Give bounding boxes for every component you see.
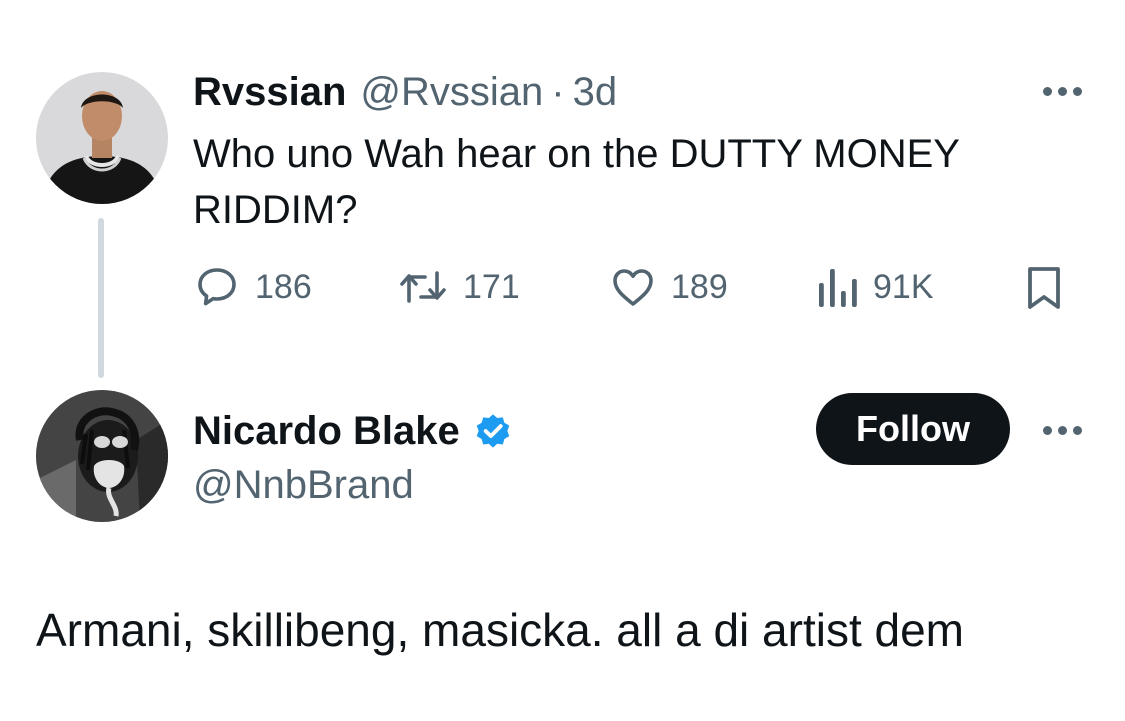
tweet-header: Rvssian @Rvssian · 3d bbox=[193, 70, 617, 114]
bookmark-icon[interactable] bbox=[1022, 264, 1066, 312]
reply-more-options-icon[interactable] bbox=[1043, 425, 1082, 435]
reply-text: Armani, skillibeng, masicka. all a di ar… bbox=[36, 604, 964, 656]
tweet-timestamp[interactable]: 3d bbox=[573, 70, 618, 114]
heart-icon bbox=[613, 269, 653, 306]
reply-author-handle[interactable]: @NnbBrand bbox=[193, 462, 414, 508]
author-name[interactable]: Rvssian bbox=[193, 70, 346, 114]
repost-action[interactable]: 171 bbox=[397, 262, 520, 312]
tweet-text: Who uno Wah hear on the DUTTY MONEY RIDD… bbox=[193, 132, 960, 232]
reply-action[interactable]: 186 bbox=[193, 262, 312, 312]
views-count: 91K bbox=[873, 267, 934, 306]
reply-author-avatar[interactable] bbox=[36, 390, 168, 522]
author-avatar[interactable] bbox=[36, 72, 168, 204]
tweet-more-options-icon[interactable] bbox=[1043, 86, 1082, 96]
repost-icon bbox=[400, 271, 446, 303]
analytics-bars-icon bbox=[819, 269, 857, 307]
verified-badge-icon bbox=[476, 414, 510, 448]
repost-count: 171 bbox=[463, 267, 520, 306]
reply-count: 186 bbox=[255, 267, 312, 306]
thread-connector-line bbox=[98, 218, 104, 378]
reply-author-name[interactable]: Nicardo Blake bbox=[193, 409, 460, 454]
follow-button[interactable]: Follow bbox=[816, 393, 1010, 465]
reply-author-name-row: Nicardo Blake bbox=[193, 404, 514, 458]
like-action[interactable]: 189 bbox=[609, 262, 728, 312]
author-handle[interactable]: @Rvssian bbox=[360, 70, 543, 114]
like-count: 189 bbox=[671, 267, 728, 306]
header-separator: · bbox=[551, 70, 565, 114]
comment-icon bbox=[198, 268, 236, 306]
views-action[interactable]: 91K bbox=[815, 262, 934, 312]
